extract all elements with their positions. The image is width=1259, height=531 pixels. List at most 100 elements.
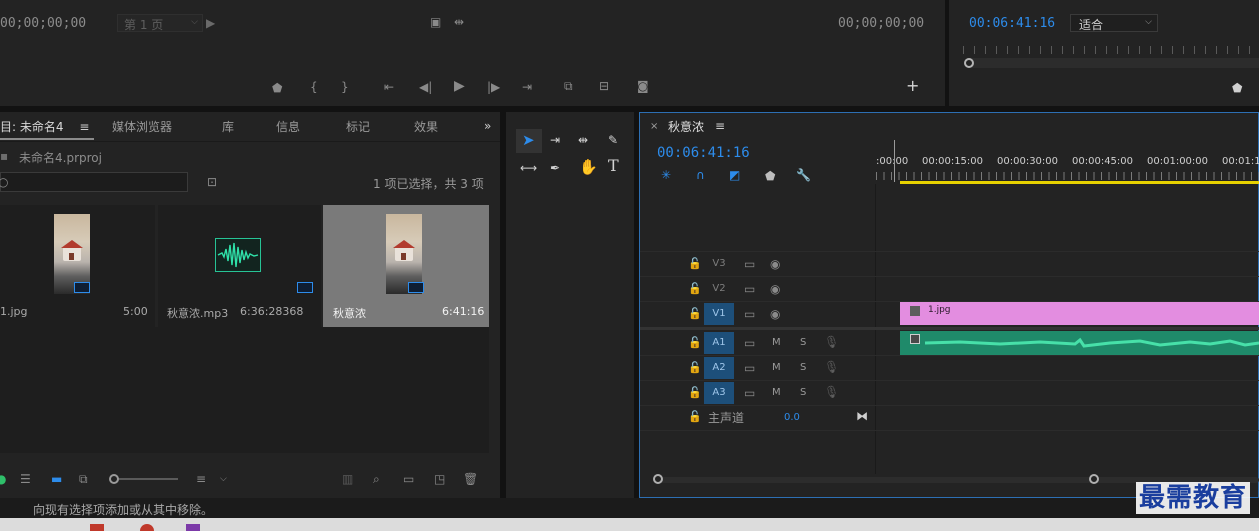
sync-lock-icon[interactable]: ▭ <box>744 283 755 295</box>
taskbar-app-icon[interactable] <box>90 524 104 531</box>
timeline-timecode[interactable]: 00:06:41:16 <box>657 145 750 161</box>
taskbar-app-icon[interactable] <box>140 524 154 531</box>
search-input[interactable]: ○ <box>0 172 188 192</box>
zoom-slider[interactable] <box>110 478 178 480</box>
microphone-icon[interactable]: 🎙 <box>824 336 839 348</box>
source-timecode-right[interactable]: 00;00;00;00 <box>838 16 924 31</box>
media-item-1[interactable]: 1.jpg 5:00 <box>0 205 155 327</box>
solo-button[interactable]: S <box>800 337 806 348</box>
step-back-icon[interactable]: ◀| <box>419 81 432 93</box>
lock-icon[interactable]: 🔓 <box>688 362 702 374</box>
play-small-icon[interactable]: ▶ <box>206 17 215 29</box>
marker-icon[interactable]: ⬟ <box>272 82 282 94</box>
tab-markers[interactable]: 标记 <box>346 118 370 135</box>
time-ruler[interactable]: :00:00 00:00:15:00 00:00:30:00 00:00:45:… <box>876 138 1259 184</box>
tab-media-browser[interactable]: 媒体浏览器 <box>112 118 172 135</box>
lock-icon[interactable]: ● <box>0 473 6 485</box>
master-volume-value[interactable]: 0.0 <box>784 412 800 423</box>
icon-view-icon[interactable]: ▬ <box>51 473 62 485</box>
selection-tool-icon[interactable]: ➤ <box>522 133 535 148</box>
sync-lock-icon[interactable]: ▭ <box>744 337 755 349</box>
snap-icon[interactable]: ✳ <box>661 169 671 181</box>
lock-icon[interactable]: 🔓 <box>688 283 702 295</box>
sync-lock-icon[interactable]: ▭ <box>744 258 755 270</box>
step-forward-icon[interactable]: |▶ <box>487 81 500 93</box>
mute-button[interactable]: M <box>772 337 781 348</box>
play-icon[interactable]: ▶ <box>454 79 465 93</box>
track-v3-header[interactable]: 🔓 V3 ▭ ◉ <box>640 252 876 276</box>
new-item-icon[interactable]: ◳ <box>434 473 445 485</box>
sync-lock-icon[interactable]: ▭ <box>744 308 755 320</box>
track-a1-header[interactable]: 🔓 A1 ▭ M S 🎙 <box>640 331 876 355</box>
track-v2-label[interactable]: V2 <box>704 278 734 300</box>
tab-libraries[interactable]: 库 <box>222 118 234 135</box>
mark-in-icon[interactable]: { <box>310 81 318 93</box>
go-to-out-icon[interactable]: ⇥ <box>522 81 532 93</box>
track-a3-label[interactable]: A3 <box>704 382 734 404</box>
page-select[interactable]: 第 1 页 ⌵ <box>117 14 203 32</box>
source-timecode-left[interactable]: 00;00;00;00 <box>0 16 86 31</box>
track-a2-header[interactable]: 🔓 A2 ▭ M S 🎙 <box>640 356 876 380</box>
hamburger-icon[interactable]: ≡ <box>715 120 725 132</box>
lock-icon[interactable]: 🔓 <box>688 411 702 423</box>
lock-icon[interactable]: 🔓 <box>688 387 702 399</box>
hand-tool-icon[interactable]: ✋ <box>579 160 598 175</box>
tab-effects[interactable]: 效果 <box>414 118 438 135</box>
trash-icon[interactable]: 🗑 <box>463 473 478 485</box>
mute-button[interactable]: M <box>772 387 781 398</box>
slip-tool-icon[interactable]: ⟷ <box>520 162 537 174</box>
ripple-edit-tool-icon[interactable]: ⇹ <box>578 134 588 146</box>
type-tool-icon[interactable]: T <box>608 158 619 174</box>
sync-lock-icon[interactable]: ▭ <box>744 387 755 399</box>
media-item-2[interactable]: 秋意浓.mp3 6:36:28368 <box>158 205 321 327</box>
track-a2-label[interactable]: A2 <box>704 357 734 379</box>
tab-info[interactable]: 信息 <box>276 118 300 135</box>
track-a1-label[interactable]: A1 <box>704 332 734 354</box>
sync-lock-icon[interactable]: ▭ <box>744 362 755 374</box>
lock-icon[interactable]: 🔓 <box>688 337 702 349</box>
track-v3-label[interactable]: V3 <box>704 253 734 275</box>
razor-tool-icon[interactable]: ✎ <box>608 134 618 146</box>
overwrite-icon[interactable]: ⊟ <box>599 80 609 92</box>
marker-icon[interactable]: ⬟ <box>765 170 775 182</box>
track-v2-header[interactable]: 🔓 V2 ▭ ◉ <box>640 277 876 301</box>
work-area-bar[interactable] <box>900 181 1259 184</box>
go-to-in-icon[interactable]: ⇤ <box>384 81 394 93</box>
program-timecode[interactable]: 00:06:41:16 <box>969 16 1055 31</box>
fit-select[interactable]: 适合 ⌵ <box>1070 14 1158 32</box>
sequence-tab[interactable]: 秋意浓 <box>668 118 704 135</box>
lock-icon[interactable]: 🔓 <box>688 308 702 320</box>
microphone-icon[interactable]: 🎙 <box>824 361 839 373</box>
scrollbar-right-handle[interactable] <box>1089 474 1099 484</box>
chevron-down-icon[interactable]: ⌵ <box>220 473 227 485</box>
pen-tool-icon[interactable]: ✒ <box>550 162 560 174</box>
list-view-icon[interactable]: ☰ <box>20 473 31 485</box>
lock-icon[interactable]: 🔓 <box>688 258 702 270</box>
program-scrubber-track[interactable] <box>969 58 1259 68</box>
track-v1-label[interactable]: V1 <box>704 303 734 325</box>
close-icon[interactable]: × <box>650 121 658 133</box>
taskbar-app-icon[interactable] <box>186 524 200 531</box>
audio-waveform-icon[interactable]: ⇹ <box>454 16 464 28</box>
solo-button[interactable]: S <box>800 362 806 373</box>
video-clip[interactable]: 1.jpg <box>900 302 1259 325</box>
track-select-tool-icon[interactable]: ⇥ <box>550 134 560 146</box>
playhead-line[interactable] <box>894 140 895 182</box>
more-tabs-icon[interactable]: » <box>484 120 491 132</box>
mute-button[interactable]: M <box>772 362 781 373</box>
zoom-slider-handle[interactable] <box>109 474 119 484</box>
freeform-view-icon[interactable]: ⧉ <box>79 473 88 485</box>
export-frame-square-icon[interactable]: ▣ <box>430 16 441 28</box>
tab-project[interactable]: 项目: 未命名4 ≡ <box>0 118 89 135</box>
eye-icon[interactable]: ◉ <box>770 258 780 270</box>
audio-clip[interactable] <box>900 331 1259 355</box>
find-icon[interactable]: ⌕ <box>373 473 380 485</box>
microphone-icon[interactable]: 🎙 <box>824 386 839 398</box>
camera-icon[interactable]: ◙ <box>637 80 649 92</box>
track-v1-header[interactable]: 🔓 V1 ▭ ◉ <box>640 302 876 326</box>
eye-icon[interactable]: ◉ <box>770 308 780 320</box>
wrench-icon[interactable]: 🔧 <box>796 169 811 181</box>
track-a3-header[interactable]: 🔓 A3 ▭ M S 🎙 <box>640 381 876 405</box>
new-bin-icon[interactable]: ▭ <box>403 473 414 485</box>
scrollbar-left-handle[interactable] <box>653 474 663 484</box>
